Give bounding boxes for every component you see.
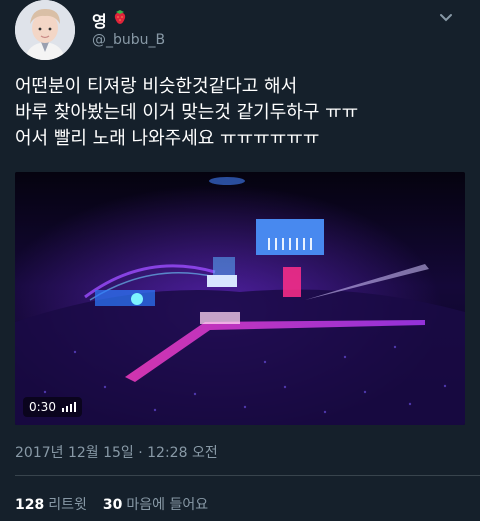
- display-name[interactable]: 영: [92, 8, 107, 32]
- concert-video-frame: [15, 172, 465, 425]
- retweets-label: 리트윗: [48, 497, 87, 513]
- retweets-stat[interactable]: 128 리트윗: [15, 494, 87, 514]
- likes-label: 마음에 들어요: [126, 497, 209, 513]
- tweet-stats: 128 리트윗 30 마음에 들어요: [15, 494, 208, 514]
- video-player[interactable]: 0:30: [15, 172, 465, 425]
- tweet-timestamp[interactable]: 2017년 12월 15일 · 12:28 오전: [15, 442, 218, 462]
- likes-stat[interactable]: 30 마음에 들어요: [103, 494, 208, 514]
- tweet-line: 어떤분이 티져랑 비슷한것같다고 해서: [15, 76, 298, 97]
- tweet-header: 영 @_bubu_B: [0, 0, 480, 66]
- tweet-line: 바루 찾아봤는데 이거 맞는것 같기두하구 ㅠㅠ: [15, 102, 359, 123]
- tweet-line: 어서 빨리 노래 나와주세요 ㅠㅠㅠㅠㅠㅠ: [15, 128, 320, 149]
- video-duration: 0:30: [29, 400, 56, 414]
- strawberry-icon: [113, 9, 127, 25]
- likes-count: 30: [102, 497, 123, 513]
- divider: [15, 475, 480, 476]
- avatar[interactable]: [15, 0, 75, 60]
- tweet-text: 어떤분이 티져랑 비슷한것같다고 해서 바루 찾아봤는데 이거 맞는것 같기두하…: [15, 74, 465, 152]
- volume-icon[interactable]: [61, 402, 76, 412]
- user-handle[interactable]: @_bubu_B: [92, 32, 165, 48]
- retweets-count: 128: [15, 497, 45, 513]
- video-duration-badge: 0:30: [23, 397, 82, 417]
- chevron-down-icon[interactable]: [439, 8, 453, 22]
